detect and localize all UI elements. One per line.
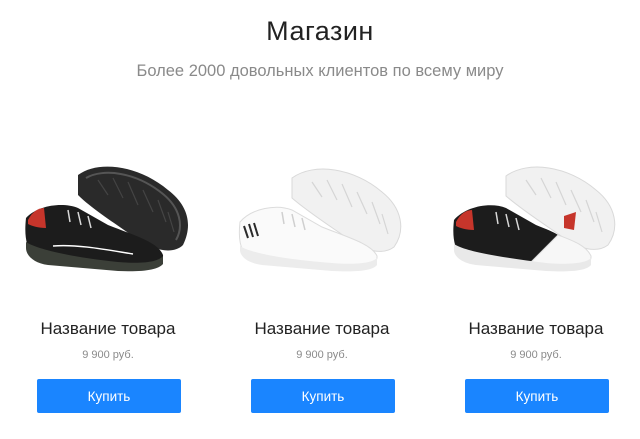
product-name: Название товара xyxy=(468,319,604,338)
buy-button[interactable]: Купить xyxy=(465,379,609,413)
product-image-black-red-sneaker[interactable] xyxy=(8,150,208,280)
product-image-black-white-red-sneaker[interactable] xyxy=(436,150,636,280)
product-card: Название товара 9 900 руб. Купить xyxy=(436,150,636,430)
product-price: 9 900 руб. xyxy=(296,349,348,361)
product-name: Название товара xyxy=(254,319,390,338)
product-card: Название товара 9 900 руб. Купить xyxy=(8,150,208,430)
buy-button[interactable]: Купить xyxy=(251,379,395,413)
product-card: Название товара 9 900 руб. Купить xyxy=(222,150,422,430)
page-subtitle: Более 2000 довольных клиентов по всему м… xyxy=(136,62,504,80)
product-price: 9 900 руб. xyxy=(82,349,134,361)
product-price: 9 900 руб. xyxy=(510,349,562,361)
page-title: Магазин xyxy=(266,16,374,46)
product-name: Название товара xyxy=(40,319,176,338)
buy-button[interactable]: Купить xyxy=(37,379,181,413)
product-image-white-sneaker[interactable] xyxy=(222,150,422,280)
